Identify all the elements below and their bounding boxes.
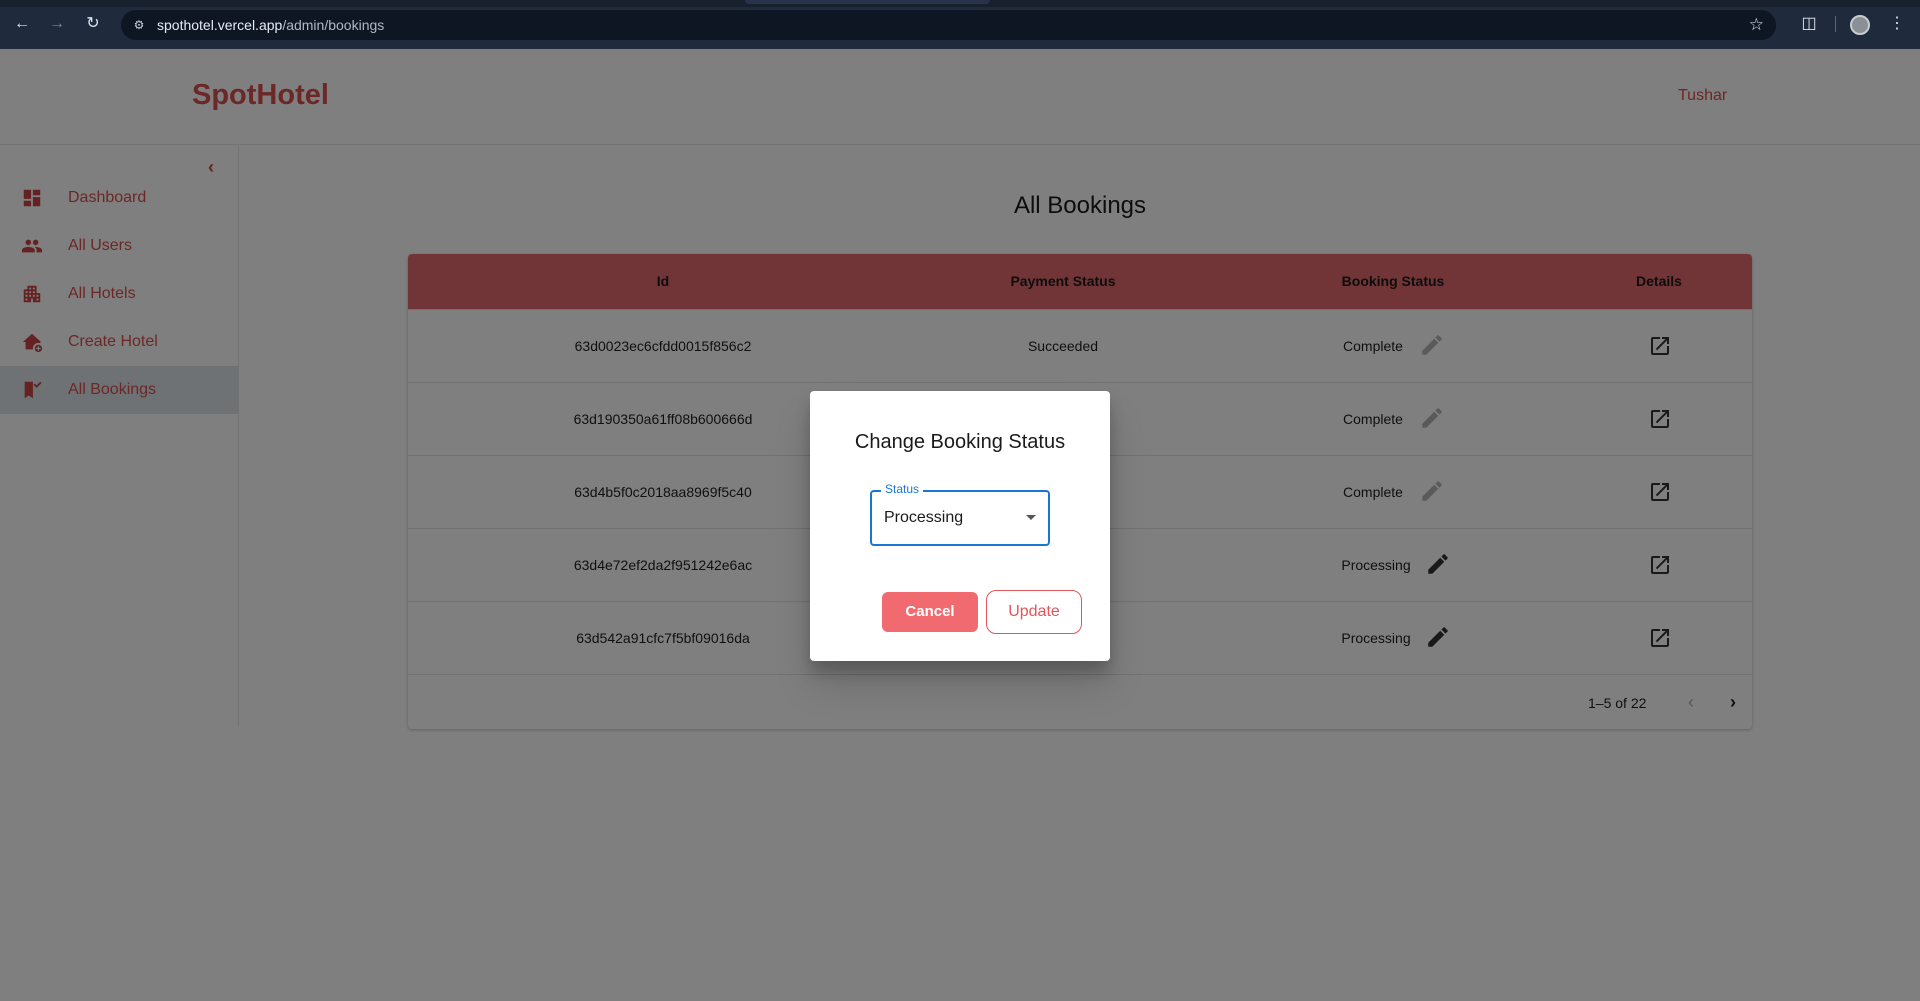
url-text[interactable]: spothotel.vercel.app/admin/bookings	[157, 17, 384, 33]
site-info-icon[interactable]: ⚙	[131, 17, 147, 33]
back-icon[interactable]: ←	[11, 13, 33, 35]
forward-icon[interactable]: →	[46, 13, 68, 35]
dropdown-arrow-icon[interactable]	[1026, 515, 1036, 520]
reload-icon[interactable]: ↻	[82, 13, 104, 35]
toolbar-divider	[1835, 16, 1836, 32]
status-select[interactable]: Status Processing	[870, 482, 1050, 546]
extensions-icon[interactable]: ◫	[1798, 13, 1820, 35]
cancel-button[interactable]: Cancel	[882, 592, 978, 632]
tab-strip	[0, 0, 1920, 7]
status-select-label: Status	[881, 482, 924, 496]
browser-chrome: ← → ↻ ⚙ spothotel.vercel.app/admin/booki…	[0, 0, 1920, 49]
status-select-value: Processing	[884, 509, 964, 526]
change-booking-status-dialog: Change Booking Status Status Processing …	[810, 391, 1110, 661]
active-tab[interactable]	[745, 0, 990, 4]
bookmark-star-icon[interactable]: ☆	[1749, 15, 1764, 35]
url-path: /admin/bookings	[282, 17, 385, 33]
address-bar[interactable]: ⚙ spothotel.vercel.app/admin/bookings ☆	[121, 10, 1776, 40]
update-button[interactable]: Update	[986, 590, 1082, 634]
url-host: spothotel.vercel.app	[157, 17, 283, 33]
profile-avatar[interactable]	[1850, 15, 1870, 35]
dialog-title: Change Booking Status	[854, 431, 1066, 453]
menu-kebab-icon[interactable]: ⋮	[1886, 13, 1908, 35]
